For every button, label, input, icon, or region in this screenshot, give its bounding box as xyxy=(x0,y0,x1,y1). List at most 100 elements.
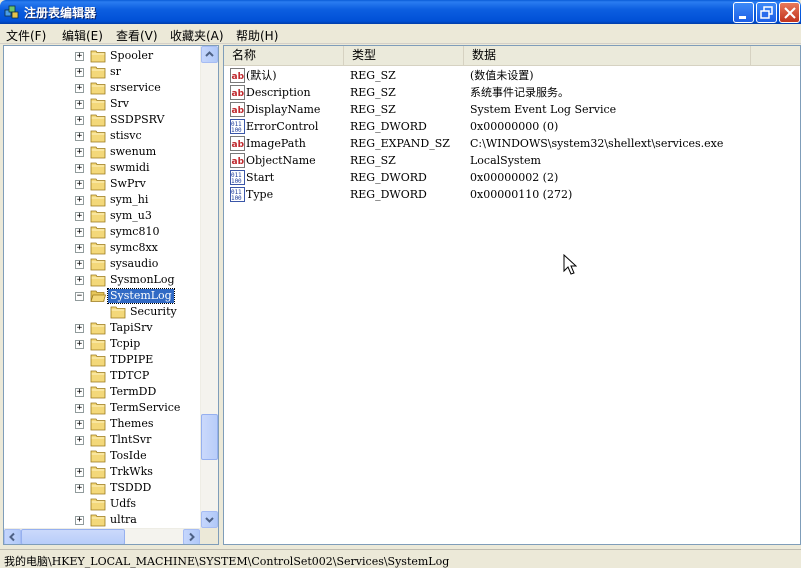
tree-item[interactable]: − SystemLog xyxy=(4,288,200,304)
tree-item[interactable]: + TrkWks xyxy=(4,464,200,480)
scroll-thumb[interactable] xyxy=(21,529,125,544)
tree-item[interactable]: + TSDDD xyxy=(4,480,200,496)
expand-icon[interactable]: + xyxy=(75,324,84,333)
tree-item[interactable]: + SysmonLog xyxy=(4,272,200,288)
tree-item[interactable]: + sr xyxy=(4,64,200,80)
tree-vertical-scrollbar[interactable] xyxy=(200,46,218,528)
value-row[interactable]: 01 10 1 0 ErrorControl REG_DWORD 0x00000000 (0… xyxy=(224,118,800,135)
tree-item[interactable]: + TapiSrv xyxy=(4,320,200,336)
svg-text:0: 0 xyxy=(238,195,242,202)
tree-item[interactable]: + srservice xyxy=(4,80,200,96)
binary-value-icon: 011010 xyxy=(230,187,245,202)
folder-icon xyxy=(90,450,106,463)
tree-item[interactable]: + Spooler xyxy=(4,48,200,64)
expand-icon[interactable]: + xyxy=(75,260,84,269)
window-title: 注册表编辑器 xyxy=(24,6,97,20)
tree-item[interactable]: + ultra xyxy=(4,512,200,528)
folder-icon xyxy=(90,370,106,383)
scroll-right-button[interactable] xyxy=(183,529,200,544)
menu-help[interactable]: 帮助(H) xyxy=(236,27,278,44)
scroll-up-button[interactable] xyxy=(201,46,218,63)
tree-item[interactable]: + SSDPSRV xyxy=(4,112,200,128)
expand-icon[interactable]: + xyxy=(75,468,84,477)
folder-open-icon xyxy=(90,290,106,302)
scroll-left-button[interactable] xyxy=(4,529,21,544)
menu-edit[interactable]: 编辑(E) xyxy=(62,27,103,44)
tree-item[interactable]: + swmidi xyxy=(4,160,200,176)
tree-item[interactable]: + TermService xyxy=(4,400,200,416)
expand-icon[interactable]: + xyxy=(75,100,84,109)
status-path: 我的电脑\HKEY_LOCAL_MACHINE\SYSTEM\ControlSe… xyxy=(4,555,450,568)
folder-icon xyxy=(90,386,106,399)
minimize-button[interactable] xyxy=(733,2,754,23)
tree-item[interactable]: + sym_hi xyxy=(4,192,200,208)
value-list[interactable]: 名称 类型 数据 ab (默认) REG_SZ (数值未设置) ab Descriptio… xyxy=(223,45,801,545)
close-button[interactable] xyxy=(779,2,800,23)
value-row[interactable]: 01 10 1 0 Type REG_DWORD 0x00000110 (272) xyxy=(224,186,800,203)
tree-item[interactable]: + TermDD xyxy=(4,384,200,400)
expand-icon[interactable]: + xyxy=(75,180,84,189)
expand-icon[interactable]: + xyxy=(75,196,84,205)
tree-item[interactable]: + SwPrv xyxy=(4,176,200,192)
tree-item[interactable]: + swenum xyxy=(4,144,200,160)
tree-item[interactable]: + Themes xyxy=(4,416,200,432)
value-row[interactable]: ab DisplayName REG_SZ System Event Log Serv… xyxy=(224,101,800,118)
expand-icon[interactable]: + xyxy=(75,420,84,429)
expand-icon[interactable]: + xyxy=(75,116,84,125)
collapse-icon[interactable]: − xyxy=(75,292,84,301)
expand-icon[interactable]: + xyxy=(75,276,84,285)
expand-icon[interactable]: + xyxy=(75,212,84,221)
tree-item[interactable]: + TlntSvr xyxy=(4,432,200,448)
expand-icon[interactable]: + xyxy=(75,244,84,253)
value-row[interactable]: ab (默认) REG_SZ (数值未设置) xyxy=(224,67,800,84)
tree-item[interactable]: Security xyxy=(4,304,200,320)
menu-favorites[interactable]: 收藏夹(A) xyxy=(170,27,224,44)
scroll-thumb[interactable] xyxy=(201,414,218,460)
tree-item[interactable]: + sym_u3 xyxy=(4,208,200,224)
expand-icon[interactable]: + xyxy=(75,164,84,173)
expand-icon[interactable]: + xyxy=(75,132,84,141)
tree-item[interactable]: TDTCP xyxy=(4,368,200,384)
expand-icon[interactable]: + xyxy=(75,388,84,397)
expand-icon[interactable]: + xyxy=(75,52,84,61)
expand-icon[interactable]: + xyxy=(75,228,84,237)
tree-item[interactable]: TosIde xyxy=(4,448,200,464)
key-tree[interactable]: + Spooler + sr + srservice + Srv + SSDPSRV + stisvc… xyxy=(3,45,219,545)
tree-item[interactable]: + symc8xx xyxy=(4,240,200,256)
tree-item[interactable]: + Srv xyxy=(4,96,200,112)
tree-horizontal-scrollbar[interactable] xyxy=(4,528,200,544)
folder-icon xyxy=(90,498,106,511)
tree-item[interactable]: + stisvc xyxy=(4,128,200,144)
tree-item[interactable]: + Tcpip xyxy=(4,336,200,352)
tree-item[interactable]: TDPIPE xyxy=(4,352,200,368)
tree-item[interactable]: + sysaudio xyxy=(4,256,200,272)
value-name: Start xyxy=(246,171,275,184)
expand-icon[interactable]: + xyxy=(75,436,84,445)
restore-button[interactable] xyxy=(756,2,777,23)
column-header-data[interactable]: 数据 xyxy=(464,46,751,65)
value-name: Type xyxy=(246,188,274,201)
title-bar[interactable]: 注册表编辑器 xyxy=(0,0,801,24)
expand-icon[interactable]: + xyxy=(75,404,84,413)
expand-icon[interactable]: + xyxy=(75,148,84,157)
scroll-down-button[interactable] xyxy=(201,511,218,528)
expand-icon[interactable]: + xyxy=(75,68,84,77)
folder-icon xyxy=(90,338,106,351)
menu-file[interactable]: 文件(F) xyxy=(6,27,46,44)
column-header-name[interactable]: 名称 xyxy=(224,46,344,65)
value-row[interactable]: 01 10 1 0 Start REG_DWORD 0x00000002 (2) xyxy=(224,169,800,186)
expand-icon[interactable]: + xyxy=(75,84,84,93)
value-row[interactable]: ab ImagePath REG_EXPAND_SZ C:\WINDOWS\syste… xyxy=(224,135,800,152)
expand-icon[interactable]: + xyxy=(75,516,84,525)
tree-item[interactable]: Udfs xyxy=(4,496,200,512)
value-row[interactable]: ab ObjectName REG_SZ LocalSystem xyxy=(224,152,800,169)
menu-view[interactable]: 查看(V) xyxy=(116,27,158,44)
expand-icon[interactable]: + xyxy=(75,484,84,493)
value-name: Description xyxy=(246,86,311,99)
folder-icon xyxy=(90,194,106,207)
column-header-type[interactable]: 类型 xyxy=(344,46,464,65)
svg-text:ab: ab xyxy=(232,157,245,167)
expand-icon[interactable]: + xyxy=(75,340,84,349)
tree-item[interactable]: + symc810 xyxy=(4,224,200,240)
value-row[interactable]: ab Description REG_SZ 系统事件记录服务。 xyxy=(224,84,800,101)
